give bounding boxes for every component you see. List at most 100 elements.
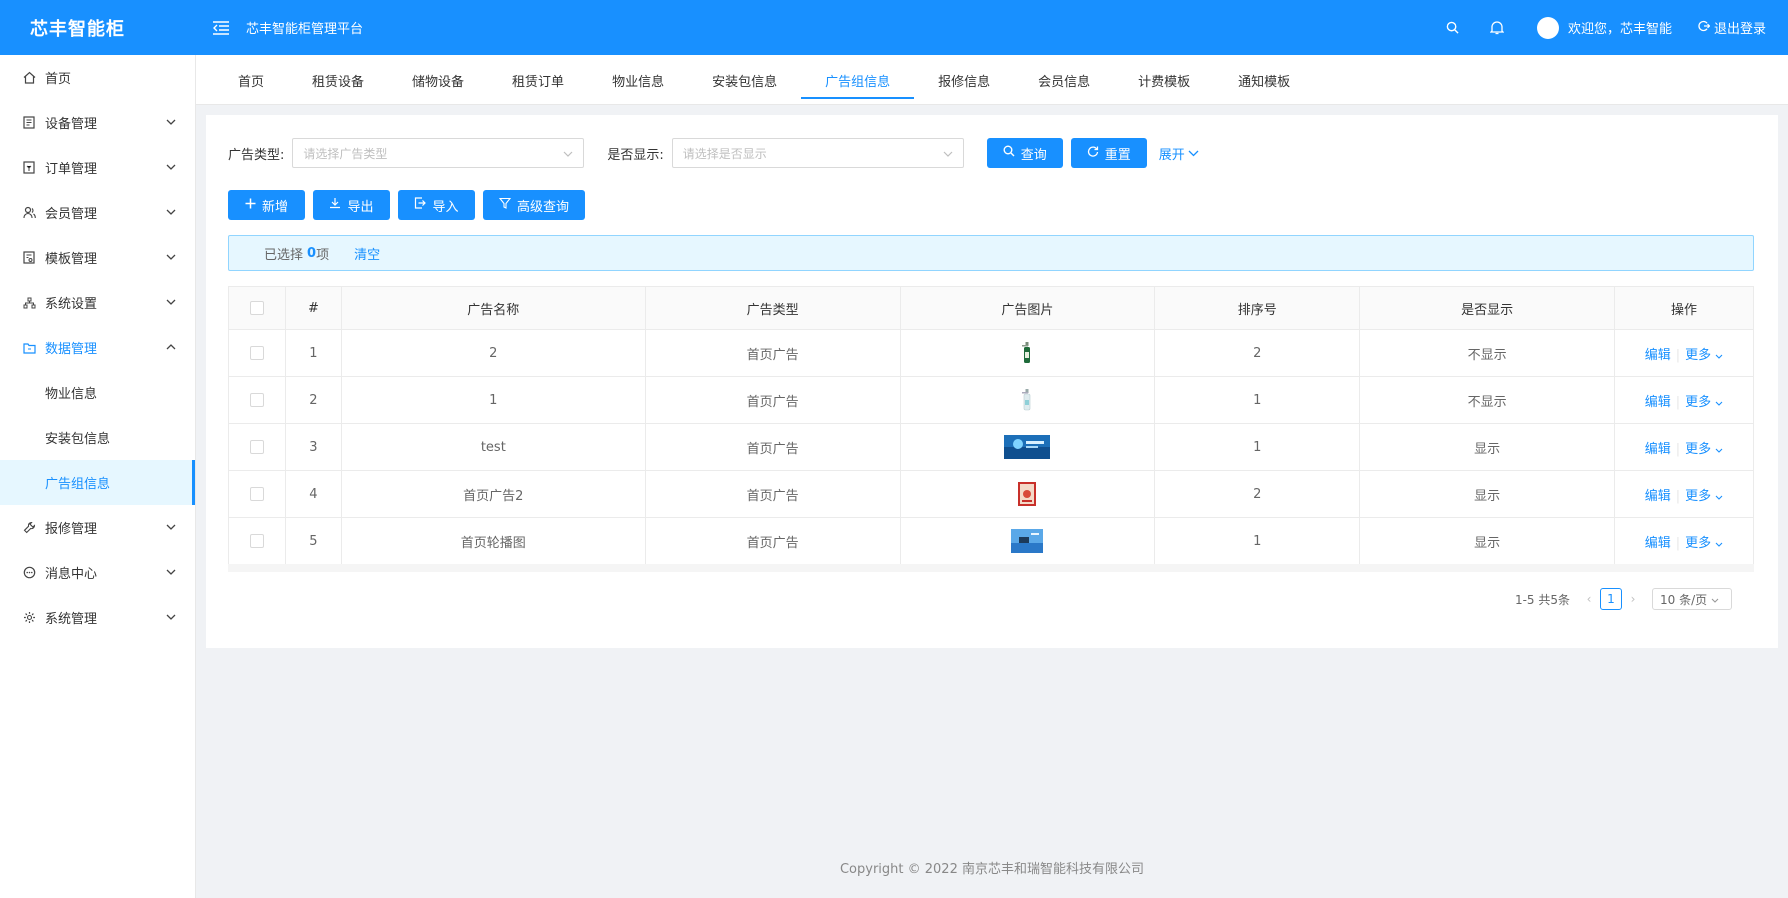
reset-button[interactable]: 重置 bbox=[1070, 138, 1147, 168]
folder-icon bbox=[22, 341, 36, 355]
device-icon bbox=[22, 116, 36, 130]
sidebar-item-order-management[interactable]: 订单管理 bbox=[0, 145, 195, 190]
clear-selection-link[interactable]: 清空 bbox=[354, 244, 380, 263]
more-dropdown[interactable]: 更多 bbox=[1685, 489, 1723, 504]
sidebar-item-property-info[interactable]: 物业信息 bbox=[0, 370, 195, 415]
ad-type-label: 广告类型: bbox=[228, 147, 285, 163]
sidebar-item-template-management[interactable]: 模板管理 bbox=[0, 235, 195, 280]
row-checkbox[interactable] bbox=[249, 346, 264, 360]
more-dropdown[interactable]: 更多 bbox=[1685, 442, 1723, 457]
tab-rental-devices[interactable]: 租赁设备 bbox=[288, 55, 388, 105]
ad-image-thumbnail[interactable] bbox=[1022, 389, 1032, 411]
show-status-cell: 显示 bbox=[1359, 423, 1616, 471]
pagination-summary: 1-5 共5条 bbox=[1514, 592, 1570, 607]
more-label: 更多 bbox=[1685, 347, 1712, 363]
welcome-text: 欢迎您，芯丰智能 bbox=[1567, 22, 1672, 37]
sidebar-item-data-management[interactable]: 数据管理 bbox=[0, 325, 195, 370]
index-cell: 2 bbox=[284, 376, 342, 424]
selection-count: 0 bbox=[307, 245, 317, 261]
export-button[interactable]: 导出 bbox=[313, 190, 390, 220]
page-number[interactable]: 1 bbox=[1600, 588, 1622, 610]
content-card: 广告类型: 请选择广告类型 是否显示: 请选择是否显示 查询 重置 展开 新增 bbox=[206, 115, 1778, 648]
chevron-up-icon bbox=[165, 341, 177, 353]
chevron-right-icon[interactable]: › bbox=[1626, 592, 1640, 606]
tab-rental-orders[interactable]: 租赁订单 bbox=[488, 55, 588, 105]
checkbox-cell bbox=[228, 423, 286, 471]
chevron-down-icon bbox=[165, 251, 177, 263]
search-icon[interactable] bbox=[1443, 18, 1463, 38]
divider: | bbox=[1675, 441, 1681, 457]
tab-storage-devices[interactable]: 储物设备 bbox=[388, 55, 488, 105]
select-all-checkbox[interactable] bbox=[249, 301, 264, 315]
chevron-down-icon bbox=[165, 161, 177, 173]
sidebar-item-member-management[interactable]: 会员管理 bbox=[0, 190, 195, 235]
tab-notification-templates[interactable]: 通知模板 bbox=[1214, 55, 1314, 105]
ad-image-thumbnail[interactable] bbox=[1011, 529, 1044, 553]
chevron-down-icon bbox=[943, 148, 953, 158]
avatar[interactable] bbox=[1536, 16, 1559, 39]
tab-member-info[interactable]: 会员信息 bbox=[1014, 55, 1114, 105]
sidebar-item-message-center[interactable]: 消息中心 bbox=[0, 550, 195, 595]
advanced-query-button[interactable]: 高级查询 bbox=[483, 190, 585, 220]
edit-link[interactable]: 编辑 bbox=[1645, 536, 1671, 551]
tab-install-package-info[interactable]: 安装包信息 bbox=[688, 55, 801, 105]
ad-image-thumbnail[interactable] bbox=[1004, 435, 1051, 459]
sidebar-item-label: 数据管理 bbox=[45, 342, 98, 357]
index-cell: 4 bbox=[284, 470, 342, 518]
sort-order-cell: 1 bbox=[1154, 376, 1361, 424]
import-button[interactable]: 导入 bbox=[398, 190, 475, 220]
menu-fold-icon[interactable] bbox=[210, 17, 232, 39]
ad-name-cell: 2 bbox=[340, 329, 646, 377]
tab-repair-info[interactable]: 报修信息 bbox=[914, 55, 1014, 105]
row-checkbox[interactable] bbox=[249, 487, 264, 501]
ad-image-thumbnail[interactable] bbox=[1022, 342, 1032, 364]
edit-link[interactable]: 编辑 bbox=[1645, 489, 1671, 504]
query-button[interactable]: 查询 bbox=[986, 138, 1063, 168]
sidebar-item-label: 设备管理 bbox=[45, 117, 98, 132]
row-checkbox[interactable] bbox=[249, 534, 264, 548]
tab-billing-templates[interactable]: 计费模板 bbox=[1114, 55, 1214, 105]
checkbox-cell bbox=[228, 470, 286, 518]
more-dropdown[interactable]: 更多 bbox=[1685, 395, 1723, 410]
expand-toggle[interactable]: 展开 bbox=[1159, 144, 1199, 163]
show-select[interactable]: 请选择是否显示 bbox=[671, 138, 964, 168]
horizontal-scrollbar[interactable] bbox=[228, 564, 1754, 572]
tab-property-info[interactable]: 物业信息 bbox=[588, 55, 688, 105]
index-cell: 5 bbox=[284, 517, 342, 565]
edit-link[interactable]: 编辑 bbox=[1645, 348, 1671, 363]
bell-icon[interactable] bbox=[1487, 18, 1507, 38]
selection-suffix: 项 bbox=[316, 247, 330, 263]
add-label: 新增 bbox=[261, 199, 288, 215]
sidebar-item-repair-management[interactable]: 报修管理 bbox=[0, 505, 195, 550]
logout-button[interactable]: 退出登录 bbox=[1698, 18, 1766, 37]
checkbox-cell bbox=[228, 329, 286, 377]
edit-link[interactable]: 编辑 bbox=[1645, 442, 1671, 457]
sidebar-item-system-settings[interactable]: 系统设置 bbox=[0, 280, 195, 325]
sidebar-item-label: 物业信息 bbox=[45, 387, 98, 402]
sidebar-item-install-package-info[interactable]: 安装包信息 bbox=[0, 415, 195, 460]
edit-link[interactable]: 编辑 bbox=[1645, 395, 1671, 410]
pagination: 1-5 共5条 ‹ 1 › 10 条/页 bbox=[1515, 588, 1732, 610]
ad-type-cell: 首页广告 bbox=[644, 329, 901, 377]
page-size-select[interactable]: 10 条/页 bbox=[1652, 588, 1732, 610]
sidebar-item-label: 安装包信息 bbox=[45, 432, 111, 447]
logout-icon bbox=[1698, 20, 1711, 36]
add-button[interactable]: 新增 bbox=[228, 190, 305, 220]
tab-home[interactable]: 首页 bbox=[214, 55, 288, 105]
sidebar-item-home[interactable]: 首页 bbox=[0, 55, 195, 100]
sidebar-item-ad-group-info[interactable]: 广告组信息 bbox=[0, 460, 195, 505]
row-checkbox[interactable] bbox=[249, 393, 264, 407]
tab-bar: 首页 租赁设备 储物设备 租赁订单 物业信息 安装包信息 广告组信息 报修信息 … bbox=[196, 55, 1788, 105]
ad-image-thumbnail[interactable] bbox=[1018, 482, 1037, 506]
ad-name-cell: 首页广告2 bbox=[340, 470, 646, 518]
tab-ad-group-info[interactable]: 广告组信息 bbox=[801, 55, 915, 105]
more-dropdown[interactable]: 更多 bbox=[1685, 536, 1723, 551]
ad-type-select[interactable]: 请选择广告类型 bbox=[292, 138, 585, 168]
chevron-left-icon[interactable]: ‹ bbox=[1582, 592, 1596, 606]
sidebar-item-device-management[interactable]: 设备管理 bbox=[0, 100, 195, 145]
row-checkbox[interactable] bbox=[249, 440, 264, 454]
sidebar-item-system-management[interactable]: 系统管理 bbox=[0, 595, 195, 640]
column-header: 广告名称 bbox=[340, 286, 646, 330]
more-dropdown[interactable]: 更多 bbox=[1685, 348, 1723, 363]
column-header: 操作 bbox=[1614, 286, 1754, 330]
